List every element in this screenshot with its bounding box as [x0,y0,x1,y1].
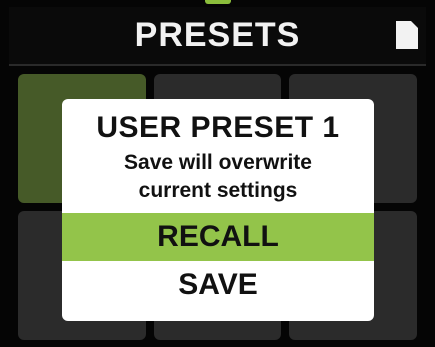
preset-dialog: USER PRESET 1 Save will overwrite curren… [62,99,374,321]
dialog-message: Save will overwrite current settings [62,149,374,205]
save-option[interactable]: SAVE [62,261,374,309]
dialog-title: USER PRESET 1 [96,111,340,144]
page-title: PRESETS [134,16,301,54]
dialog-message-line-2: current settings [138,179,298,202]
dialog-message-line-1: Save will overwrite [124,151,312,174]
title-bar: PRESETS [9,7,426,66]
document-icon[interactable] [396,21,418,49]
top-accent-indicator [0,0,435,6]
recall-option[interactable]: RECALL [62,213,374,261]
